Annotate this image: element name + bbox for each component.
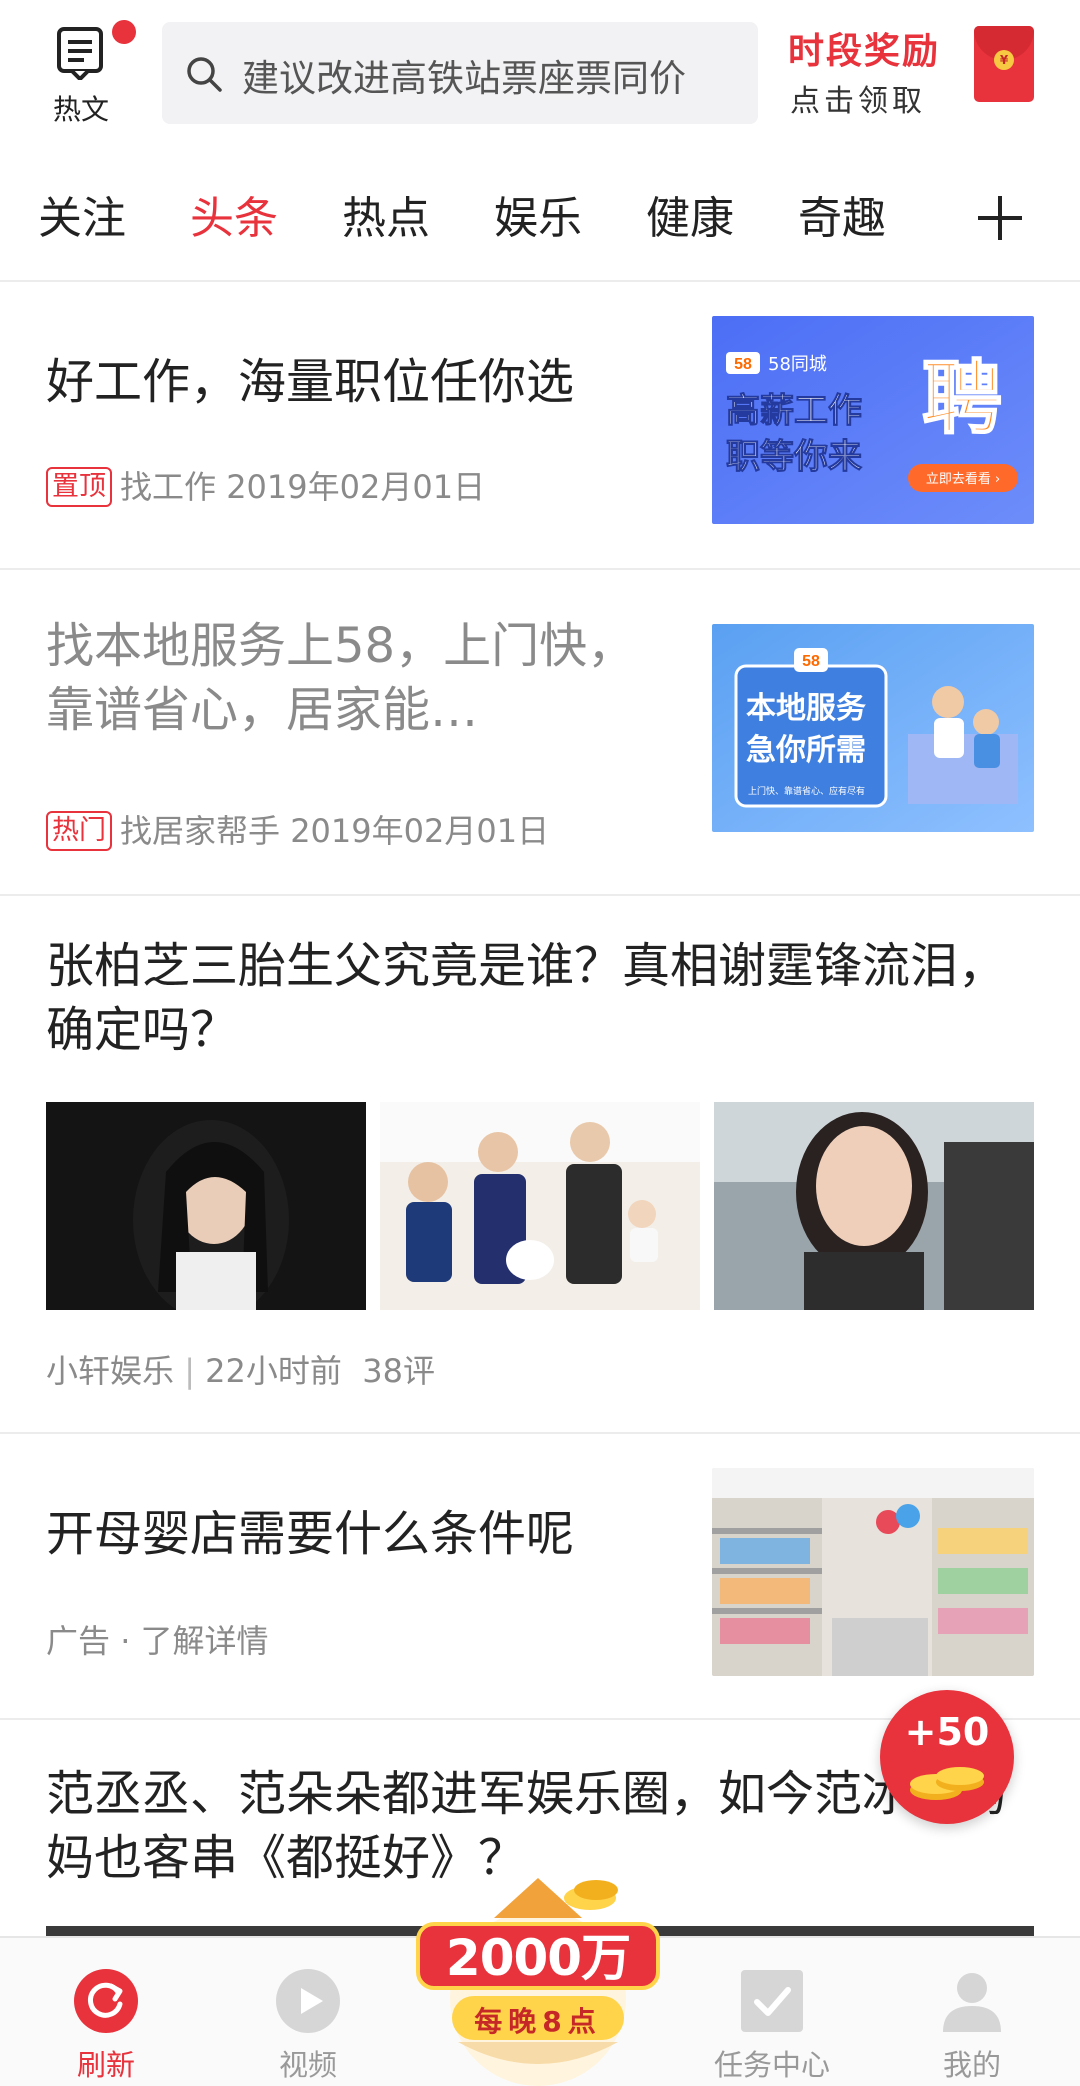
nav-label: 刷新 bbox=[76, 2048, 135, 2082]
thumb-line1: 高薪工作 bbox=[726, 391, 862, 431]
nav-refresh[interactable]: 刷新 bbox=[26, 1938, 186, 2086]
promo-subtitle: 每晚8点 bbox=[474, 2005, 602, 2038]
feed-image-2 bbox=[380, 1102, 700, 1310]
nav-label: 任务中心 bbox=[713, 2048, 830, 2082]
feed-time: 22小时前 bbox=[205, 1352, 342, 1390]
article-icon bbox=[57, 27, 103, 80]
thumb-line2: 职等你来 bbox=[726, 437, 862, 477]
feed-title: 好工作，海量职位任你选 bbox=[46, 354, 575, 410]
nav-label: 视频 bbox=[278, 2048, 337, 2082]
local-service-ad-image: 58 本地服务 急你所需 上门快、靠谱省心、应有尽有 bbox=[712, 624, 1034, 832]
pinned-badge: 置顶 bbox=[46, 467, 112, 507]
coin-reward-value: +50 bbox=[904, 1710, 990, 1754]
feed-image-1 bbox=[46, 1102, 366, 1310]
hot-articles-label: 热文 bbox=[52, 93, 109, 126]
tab-entertainment[interactable]: 娱乐 bbox=[494, 182, 582, 246]
task-check-icon bbox=[741, 1970, 803, 2032]
feed-meta: 置顶 找工作 2019年02月01日 bbox=[46, 462, 485, 508]
thumb-brand: 58 bbox=[802, 653, 820, 670]
search-placeholder: 建议改进高铁站票座票同价 bbox=[242, 57, 686, 100]
promo-badge-2000wan[interactable]: 2000万 每晚8点 bbox=[410, 1858, 666, 2086]
thumb-line2: 急你所需 bbox=[746, 733, 866, 768]
feed-item-celebrity[interactable]: 张柏芝三胎生父究竟是谁？真相谢霆锋流泪，确定吗？ 小轩娱乐 | 22小时前 38… bbox=[0, 896, 1080, 1432]
feed-image-3 bbox=[714, 1102, 1034, 1310]
feed-meta: 广告 · 了解详情 bbox=[46, 1622, 269, 1660]
thumb-cta: 立即去看看 › bbox=[926, 471, 1000, 487]
tab-health[interactable]: 健康 bbox=[646, 182, 734, 246]
envelope-coin: ¥ bbox=[994, 50, 1014, 70]
search-icon bbox=[187, 57, 222, 92]
nav-mine[interactable]: 我的 bbox=[892, 1938, 1052, 2086]
feed-comment-count: 38评 bbox=[362, 1352, 435, 1390]
thumb-line1: 本地服务 bbox=[746, 691, 866, 726]
feed-item-ad[interactable]: 开母婴店需要什么条件呢 广告 · 了解详情 bbox=[0, 1434, 1080, 1718]
coin-reward-float-button[interactable]: +50 bbox=[880, 1690, 1014, 1824]
nav-video[interactable]: 视频 bbox=[228, 1938, 388, 2086]
search-bar[interactable]: 建议改进高铁站票座票同价 bbox=[162, 22, 758, 124]
feed-thumbnail: 58 58同城 高薪工作 职等你来 聘 立即去看看 › bbox=[712, 316, 1034, 524]
feed-source: 找居家帮手 bbox=[120, 812, 281, 850]
feed-meta: 小轩娱乐 | 22小时前 38评 bbox=[46, 1352, 435, 1390]
feed-date: 2019年02月01日 bbox=[226, 468, 486, 506]
play-icon bbox=[276, 1969, 340, 2033]
feed-title: 开母婴店需要什么条件呢 bbox=[46, 1506, 575, 1562]
tab-curious[interactable]: 奇趣 bbox=[798, 182, 886, 246]
feed-date: 2019年02月01日 bbox=[290, 812, 550, 850]
feed-source: 找工作 bbox=[120, 468, 217, 506]
feed-thumbnail: 58 本地服务 急你所需 上门快、靠谱省心、应有尽有 bbox=[712, 624, 1034, 832]
period-reward-button[interactable]: 时段奖励 点击领取 bbox=[788, 22, 958, 122]
add-tab-icon[interactable] bbox=[970, 188, 1030, 248]
feed-source: 小轩娱乐 bbox=[46, 1352, 175, 1390]
thumb-caption: 上门快、靠谱省心、应有尽有 bbox=[748, 785, 865, 797]
nav-task-center[interactable]: 任务中心 bbox=[692, 1938, 852, 2086]
thumb-big-char: 聘 bbox=[922, 352, 1002, 445]
tab-follow[interactable]: 关注 bbox=[38, 182, 126, 246]
feed-item-local-service[interactable]: 找本地服务上58，上门快，靠谱省心，居家能… 热门 找居家帮手 2019年02月0… bbox=[0, 570, 1080, 894]
feed-title: 找本地服务上58，上门快，靠谱省心，居家能… bbox=[46, 618, 636, 738]
tab-hot[interactable]: 热点 bbox=[342, 182, 430, 246]
nav-label: 我的 bbox=[942, 2048, 1001, 2082]
svg-text:58: 58 bbox=[734, 356, 752, 373]
feed-meta: 热门 找居家帮手 2019年02月01日 bbox=[46, 806, 549, 852]
category-tabs: 关注 头条 热点 娱乐 健康 奇趣 bbox=[0, 170, 1080, 270]
hot-articles-button[interactable]: 热文 bbox=[40, 20, 136, 130]
reward-title: 时段奖励 bbox=[788, 31, 941, 72]
ad-details-link[interactable]: 了解详情 bbox=[141, 1622, 269, 1660]
reward-subtitle: 点击领取 bbox=[790, 84, 926, 119]
feed-title: 张柏芝三胎生父究竟是谁？真相谢霆锋流泪，确定吗？ bbox=[46, 938, 1007, 1058]
refresh-icon bbox=[74, 1969, 138, 2033]
red-envelope-icon[interactable]: ¥ bbox=[974, 26, 1034, 102]
baby-store-image bbox=[712, 1468, 1034, 1676]
top-header: 热文 建议改进高铁站票座票同价 时段奖励 点击领取 ¥ bbox=[0, 0, 1080, 150]
tab-headlines[interactable]: 头条 bbox=[190, 182, 278, 246]
user-icon bbox=[943, 1973, 1001, 2032]
feed-item-job[interactable]: 好工作，海量职位任你选 置顶 找工作 2019年02月01日 58 58同城 高薪… bbox=[0, 282, 1080, 568]
ad-label: 广告 bbox=[46, 1622, 111, 1660]
promo-amount: 2000万 bbox=[445, 1929, 631, 1987]
job-ad-image: 58 58同城 高薪工作 职等你来 聘 立即去看看 › bbox=[712, 316, 1034, 524]
hot-badge: 热门 bbox=[46, 811, 112, 851]
gold-coins-icon bbox=[910, 1767, 984, 1800]
thumb-brand: 58同城 bbox=[768, 354, 827, 375]
notification-dot bbox=[112, 20, 136, 44]
feed-thumbnail bbox=[712, 1468, 1034, 1676]
